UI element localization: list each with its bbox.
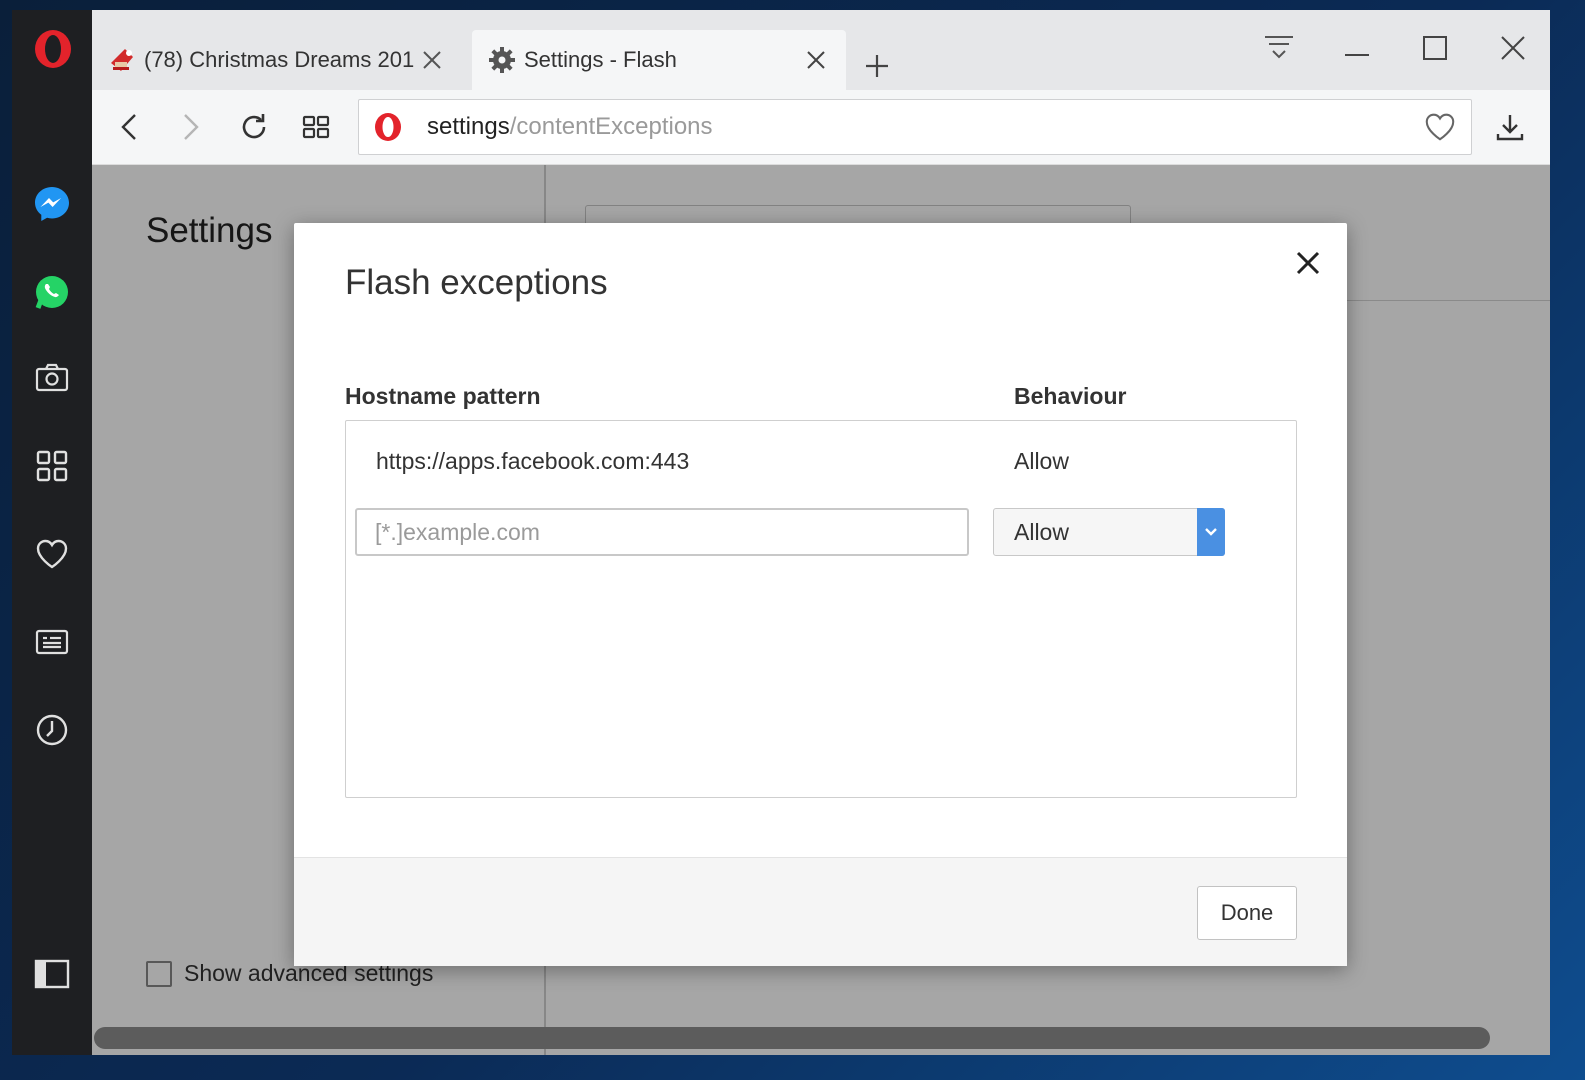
url-path: /contentExceptions [509,113,713,140]
address-url[interactable]: settings/contentExceptions [427,100,713,154]
tab-christmas-dreams[interactable]: (78) Christmas Dreams 201 [92,30,462,90]
flash-exceptions-dialog: Flash exceptions Hostname pattern Behavi… [294,223,1347,966]
close-tab-icon[interactable] [414,42,450,78]
forward-icon[interactable] [168,105,212,149]
opera-logo-icon[interactable] [32,28,74,70]
whatsapp-icon[interactable] [30,270,74,314]
dialog-footer: Done [294,857,1347,966]
history-clock-icon[interactable] [30,708,74,752]
speed-dial-icon[interactable] [30,444,74,488]
bookmark-heart-icon[interactable] [1423,110,1457,144]
tab-title: (78) Christmas Dreams 201 [144,47,414,72]
gear-icon [486,44,518,76]
new-tab-plus-icon[interactable] [857,46,897,86]
address-bar[interactable]: settings/contentExceptions [358,99,1472,155]
camera-icon[interactable] [30,356,74,400]
download-icon[interactable] [1488,105,1532,149]
minimize-icon[interactable] [1332,28,1382,68]
behaviour-select[interactable]: Allow [993,508,1225,556]
close-dialog-icon[interactable] [1290,245,1326,281]
sidebar [12,10,92,1055]
dialog-title: Flash exceptions [345,263,608,302]
reload-icon[interactable] [232,105,276,149]
behaviour-select-value: Allow [1014,519,1069,545]
santa-icon [106,44,138,76]
column-header-hostname: Hostname pattern [345,383,541,409]
column-header-behaviour: Behaviour [1014,383,1127,409]
sidebar-toggle-icon[interactable] [30,952,74,996]
browser-window: (78) Christmas Dreams 201 Settings - Fla… [12,10,1550,1055]
news-icon[interactable] [30,620,74,664]
opera-logo-icon [373,112,403,142]
exception-pattern[interactable]: https://apps.facebook.com:443 [376,448,689,475]
close-tab-icon[interactable] [798,42,834,78]
tab-settings-flash[interactable]: Settings - Flash [472,30,846,90]
maximize-icon[interactable] [1410,28,1460,68]
done-button[interactable]: Done [1197,886,1297,940]
tab-menu-icon[interactable] [1254,28,1304,68]
url-host: settings [427,113,510,140]
chevron-down-icon[interactable] [1197,508,1225,556]
bookmarks-heart-icon[interactable] [30,532,74,576]
exceptions-list: https://apps.facebook.com:443 Allow Allo… [345,420,1297,798]
hostname-pattern-input[interactable] [355,508,969,556]
messenger-icon[interactable] [30,182,74,226]
tab-title: Settings - Flash [524,47,677,72]
exception-behaviour[interactable]: Allow [1014,448,1069,475]
tab-strip: (78) Christmas Dreams 201 Settings - Fla… [92,10,1550,90]
back-icon[interactable] [108,105,152,149]
close-window-icon[interactable] [1488,28,1538,68]
tabs-grid-icon[interactable] [294,105,338,149]
toolbar: settings/contentExceptions [92,90,1550,165]
